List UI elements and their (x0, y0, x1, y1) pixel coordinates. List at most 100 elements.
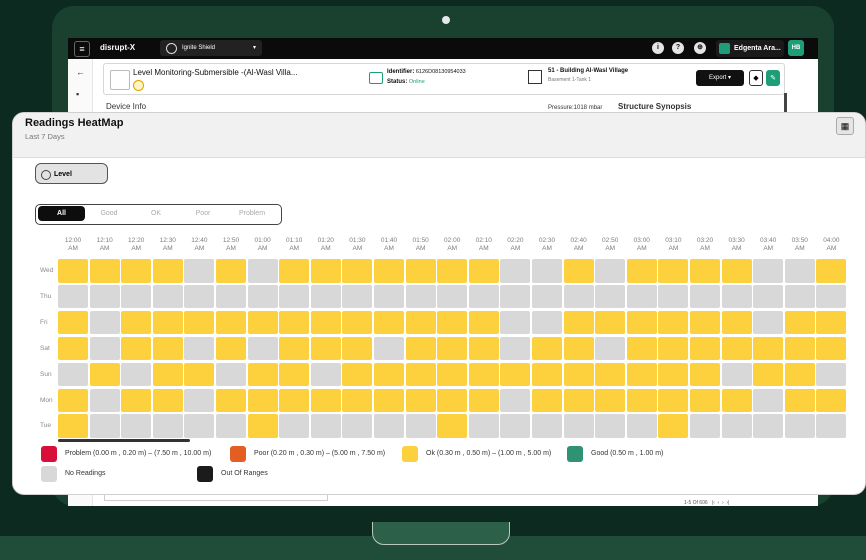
help-icon[interactable]: ? (672, 42, 684, 54)
heatmap-cell[interactable] (121, 284, 152, 309)
heatmap-cell[interactable] (468, 362, 499, 387)
heatmap-cell[interactable] (279, 310, 310, 335)
heatmap-cell[interactable] (310, 388, 341, 412)
heatmap-cell[interactable] (690, 259, 720, 283)
heatmap-cell[interactable] (374, 259, 404, 283)
heatmap-cell[interactable] (247, 414, 278, 438)
heatmap-cell[interactable] (89, 362, 120, 387)
heatmap-cell[interactable] (500, 336, 531, 361)
heatmap-cell[interactable] (279, 362, 310, 387)
filter-problem[interactable]: Problem (227, 206, 277, 221)
heatmap-cell[interactable] (500, 362, 531, 387)
heatmap-cell[interactable] (184, 284, 215, 309)
heatmap-cell[interactable] (184, 259, 215, 283)
heatmap-cell[interactable] (500, 310, 531, 335)
heatmap-cell[interactable] (405, 336, 436, 361)
menu-icon[interactable]: ≡ (74, 41, 90, 57)
heatmap-cell[interactable] (121, 336, 152, 361)
heatmap-cell[interactable] (247, 259, 278, 283)
heatmap-cell[interactable] (816, 414, 847, 438)
heatmap-cell[interactable] (753, 310, 784, 335)
trash-icon[interactable]: ▪ (76, 89, 79, 99)
heatmap-cell[interactable] (121, 414, 152, 438)
heatmap-cell[interactable] (121, 259, 152, 283)
heatmap-cell[interactable] (721, 414, 752, 438)
heatmap-cell[interactable] (753, 362, 784, 387)
heatmap-cell[interactable] (342, 284, 373, 309)
heatmap-cell[interactable] (595, 388, 626, 412)
heatmap-cell[interactable] (563, 310, 594, 335)
heatmap-cell[interactable] (310, 259, 341, 283)
heatmap-cell[interactable] (468, 259, 499, 283)
heatmap-cell[interactable] (374, 414, 404, 438)
heatmap-cell[interactable] (89, 414, 120, 438)
heatmap-cell[interactable] (342, 388, 373, 412)
heatmap-cell[interactable] (216, 284, 246, 309)
heatmap-cell[interactable] (405, 284, 436, 309)
heatmap-cell[interactable] (152, 336, 183, 361)
heatmap-cell[interactable] (152, 259, 183, 283)
heatmap-cell[interactable] (626, 362, 657, 387)
heatmap-cell[interactable] (658, 310, 689, 335)
heatmap-cell[interactable] (374, 310, 404, 335)
heatmap-cell[interactable] (500, 414, 531, 438)
heatmap-cell[interactable] (690, 414, 720, 438)
heatmap-cell[interactable] (532, 336, 562, 361)
heatmap-cell[interactable] (753, 284, 784, 309)
heatmap-cell[interactable] (816, 336, 847, 361)
heatmap-cell[interactable] (500, 388, 531, 412)
heatmap-cell[interactable] (532, 362, 562, 387)
heatmap-cell[interactable] (690, 362, 720, 387)
heatmap-cell[interactable] (658, 259, 689, 283)
calendar-icon[interactable]: ▦ (836, 117, 854, 135)
heatmap-cell[interactable] (121, 310, 152, 335)
heatmap-cell[interactable] (532, 388, 562, 412)
heatmap-cell[interactable] (690, 284, 720, 309)
heatmap-cell[interactable] (216, 388, 246, 412)
heatmap-cell[interactable] (184, 388, 215, 412)
heatmap-cell[interactable] (595, 310, 626, 335)
heatmap-cell[interactable] (595, 362, 626, 387)
heatmap-cell[interactable] (342, 336, 373, 361)
heatmap-cell[interactable] (563, 284, 594, 309)
heatmap-cell[interactable] (405, 414, 436, 438)
heatmap-cell[interactable] (310, 362, 341, 387)
heatmap-cell[interactable] (721, 284, 752, 309)
heatmap-cell[interactable] (626, 284, 657, 309)
heatmap-cell[interactable] (532, 259, 562, 283)
heatmap-cell[interactable] (753, 336, 784, 361)
heatmap-cell[interactable] (721, 259, 752, 283)
heatmap-cell[interactable] (468, 336, 499, 361)
heatmap-cell[interactable] (310, 284, 341, 309)
heatmap-cell[interactable] (816, 362, 847, 387)
heatmap-cell[interactable] (89, 310, 120, 335)
heatmap-cell[interactable] (310, 336, 341, 361)
heatmap-cell[interactable] (374, 284, 404, 309)
heatmap-cell[interactable] (405, 310, 436, 335)
heatmap-cell[interactable] (152, 388, 183, 412)
user-menu[interactable]: Edgenta Ara... (716, 40, 784, 57)
heatmap-cell[interactable] (89, 259, 120, 283)
heatmap-cell[interactable] (721, 362, 752, 387)
heatmap-cell[interactable] (405, 259, 436, 283)
heatmap-cell[interactable] (58, 284, 88, 309)
pagination[interactable]: 1-5 Of 606 |‹ ‹ › ›| (684, 500, 729, 506)
heatmap-cell[interactable] (468, 414, 499, 438)
heatmap-cell[interactable] (58, 310, 88, 335)
heatmap-cell[interactable] (184, 414, 215, 438)
heatmap-cell[interactable] (816, 284, 847, 309)
heatmap-cell[interactable] (58, 336, 88, 361)
heatmap-cell[interactable] (437, 414, 468, 438)
avatar[interactable]: HB (788, 40, 804, 56)
heatmap-cell[interactable] (658, 414, 689, 438)
heatmap-cell[interactable] (152, 362, 183, 387)
heatmap-cell[interactable] (247, 284, 278, 309)
heatmap-cell[interactable] (690, 388, 720, 412)
heatmap-cell[interactable] (784, 336, 815, 361)
heatmap-cell[interactable] (563, 414, 594, 438)
heatmap-cell[interactable] (184, 362, 215, 387)
heatmap-cell[interactable] (816, 259, 847, 283)
heatmap-cell[interactable] (310, 414, 341, 438)
heatmap-cell[interactable] (721, 310, 752, 335)
heatmap-cell[interactable] (532, 310, 562, 335)
